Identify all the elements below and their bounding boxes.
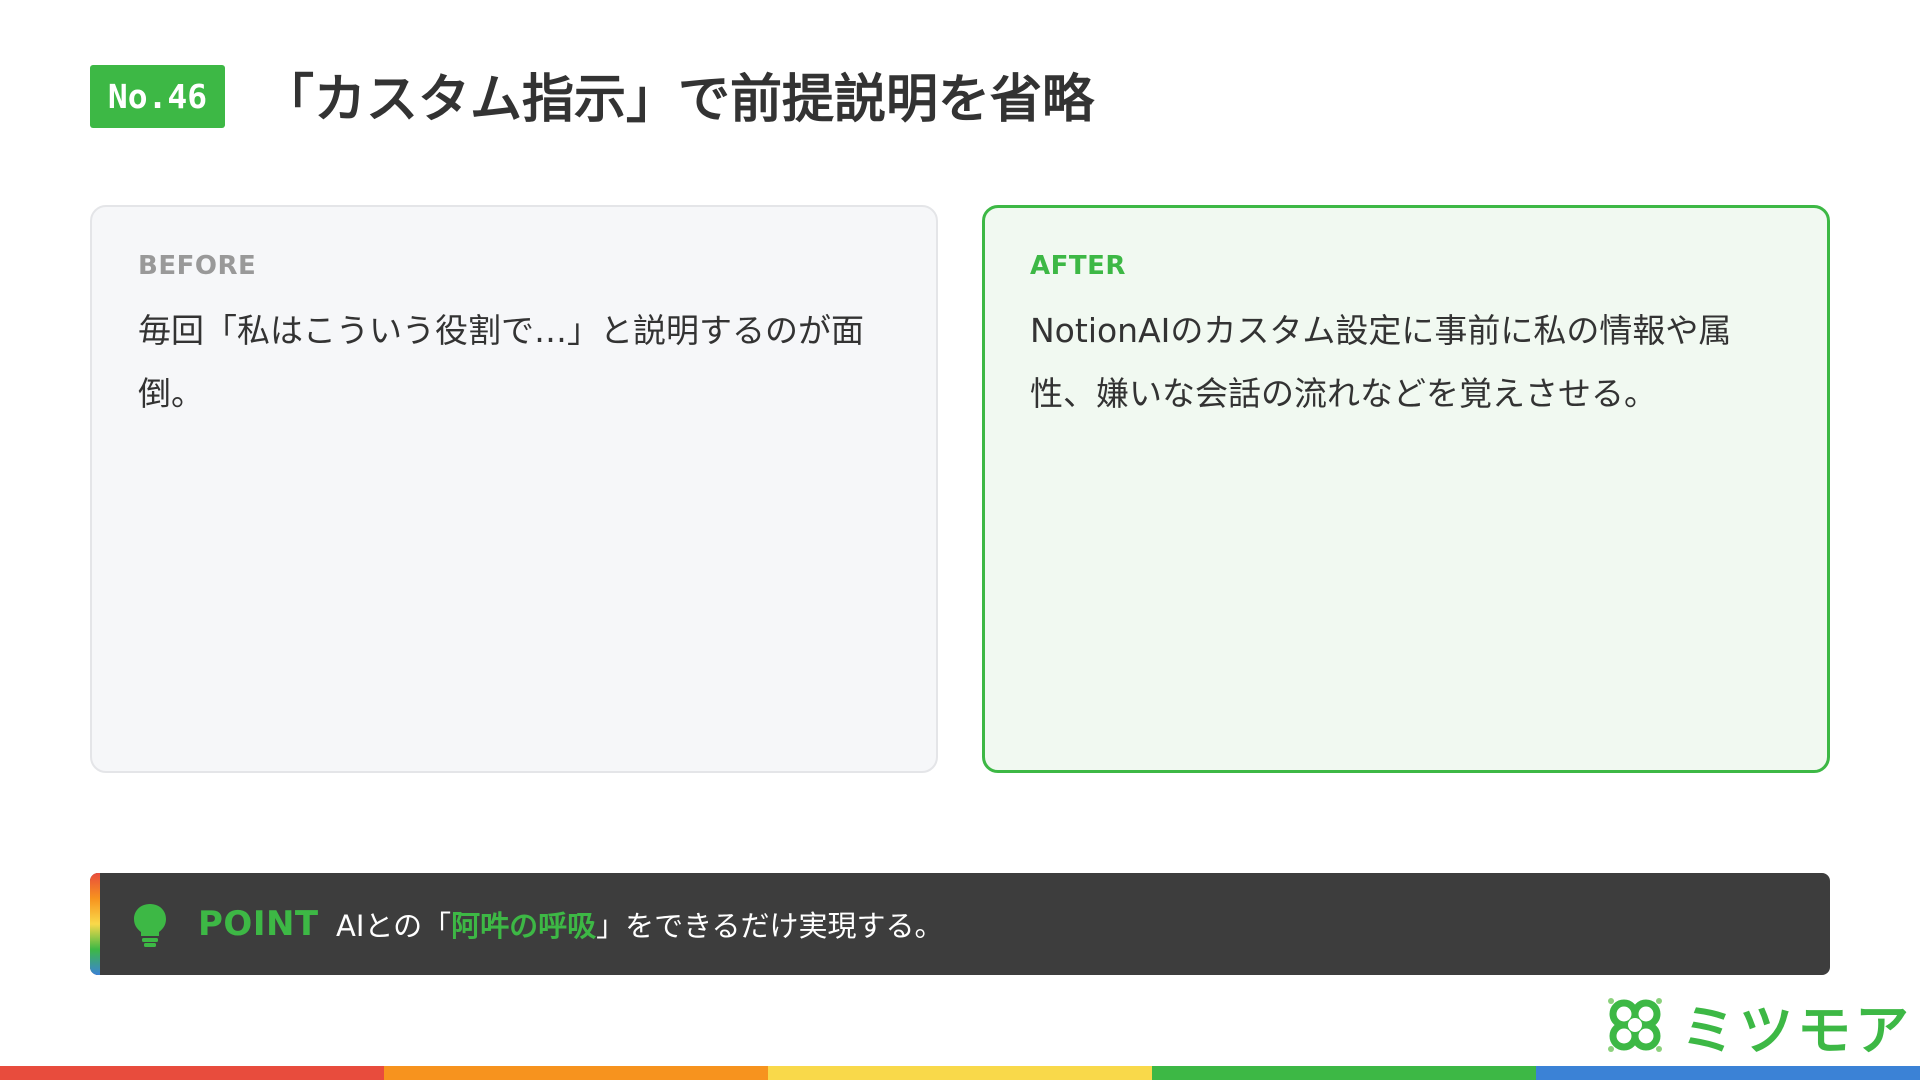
before-label: BEFORE: [138, 251, 257, 281]
page-title: 「カスタム指示」で前提説明を省略: [262, 69, 1095, 130]
before-text: 毎回「私はこういう役割で…」と説明するのが面倒。: [138, 311, 864, 413]
brand-logo: ミツモア: [1605, 990, 1913, 1062]
rainbow-strip: [90, 873, 100, 975]
point-bar: POINT AIとの「 阿吽の呼吸 」をできるだけ実現する。: [90, 873, 1830, 975]
after-text: NotionAIのカスタム設定に事前に私の情報や属性、嫌いな会話の流れなどを覚え…: [1030, 311, 1732, 413]
stripe-red: [0, 1066, 384, 1080]
point-text-pre: AIとの「: [336, 909, 452, 943]
lightbulb-icon: [134, 904, 166, 947]
color-stripe-footer: [0, 1066, 1920, 1080]
after-card: AFTER NotionAIのカスタム設定に事前に私の情報や属性、嫌いな会話の流…: [982, 205, 1830, 773]
after-label: AFTER: [1030, 251, 1126, 281]
before-card: BEFORE 毎回「私はこういう役割で…」と説明するのが面倒。: [90, 205, 938, 773]
point-label: POINT: [198, 904, 319, 944]
point-text: AIとの「 阿吽の呼吸 」をできるだけ実現する。: [336, 873, 944, 975]
stripe-blue: [1536, 1066, 1920, 1080]
point-text-post: 」をできるだけ実現する。: [596, 909, 944, 943]
stripe-green: [1152, 1066, 1536, 1080]
point-text-highlight: 阿吽の呼吸: [451, 909, 597, 943]
logo-text: ミツモア: [1681, 998, 1913, 1062]
stripe-orange: [384, 1066, 768, 1080]
clover-logo-icon: [1608, 998, 1662, 1052]
stripe-yellow: [768, 1066, 1152, 1080]
number-badge: No.46: [90, 65, 225, 128]
